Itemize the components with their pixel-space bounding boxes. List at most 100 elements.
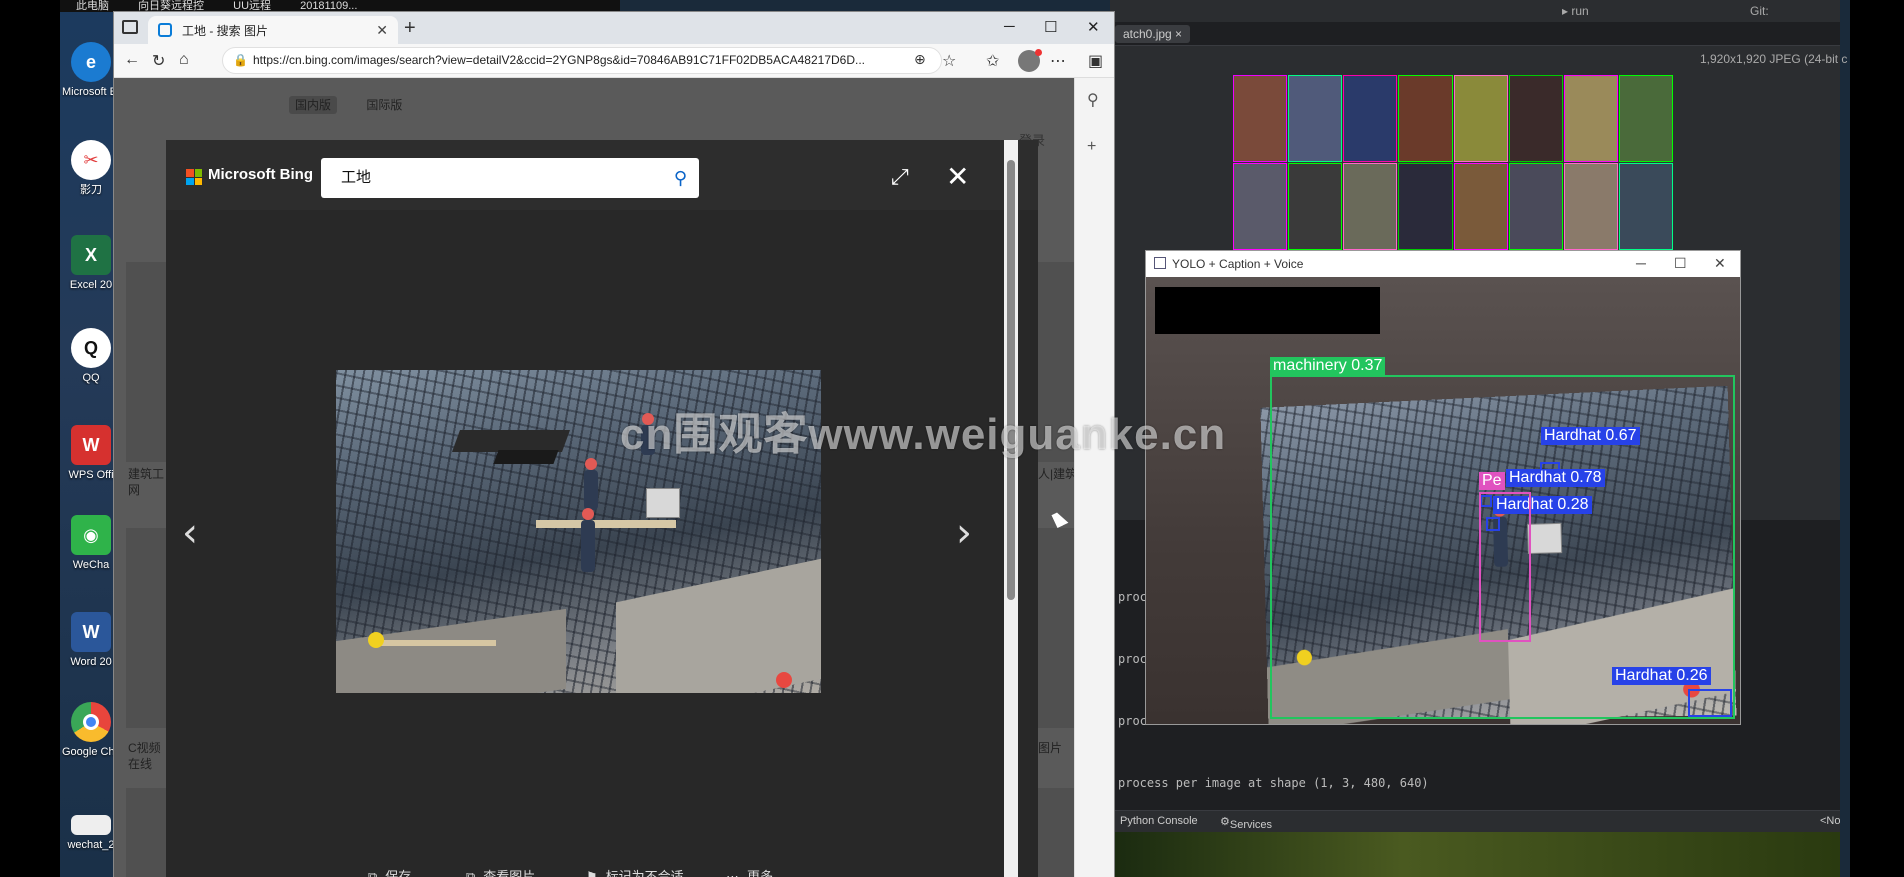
more-menu-icon[interactable]: ⋯ bbox=[1050, 51, 1066, 71]
address-bar[interactable]: 🔒 https://cn.bing.com/images/search?view… bbox=[222, 47, 942, 74]
lock-icon: 🔒 bbox=[233, 53, 248, 67]
tab-actions-icon[interactable] bbox=[122, 20, 138, 34]
tab-domestic[interactable]: 国内版 bbox=[289, 96, 338, 114]
desktop-icon-word[interactable]: W Word 20 bbox=[62, 612, 120, 669]
browser-titlebar: 工地 - 搜索 图片 ✕ + ─ ☐ ✕ bbox=[114, 12, 1114, 44]
refresh-icon[interactable]: ↻ bbox=[152, 51, 165, 71]
result-thumbnail[interactable] bbox=[126, 262, 166, 462]
desktop-icon-wechat[interactable]: ◉ WeCha bbox=[62, 515, 120, 572]
sidebar-toggle-icon[interactable]: ▣ bbox=[1088, 51, 1103, 71]
modal-scrollbar[interactable] bbox=[1004, 140, 1018, 877]
worker-figure bbox=[581, 508, 595, 572]
maximize-icon[interactable]: ☐ bbox=[1044, 18, 1057, 36]
word-icon: W bbox=[71, 612, 111, 652]
bing-images-favicon-icon bbox=[158, 23, 172, 37]
minimize-icon[interactable]: ─ bbox=[1004, 18, 1015, 35]
equipment-box bbox=[646, 488, 680, 518]
modal-header: Microsoft Bing 工地 ⚲ ⤢ ✕ bbox=[166, 140, 1038, 210]
tab-close-icon[interactable]: ✕ bbox=[376, 22, 388, 39]
next-image-arrow-icon[interactable]: › bbox=[956, 510, 972, 556]
worker-figure bbox=[584, 458, 598, 510]
back-icon[interactable]: ← bbox=[124, 51, 140, 69]
desktop-icon-yingdao[interactable]: ✂ 影刀 bbox=[62, 140, 120, 197]
desktop-wallpaper-strip bbox=[1110, 832, 1840, 877]
browser-toolbar: ← ↻ ⌂ 🔒 https://cn.bing.com/images/searc… bbox=[114, 44, 1114, 78]
excel-icon: X bbox=[71, 235, 111, 275]
view-image-button[interactable]: ⧉ 查看图片 bbox=[466, 866, 535, 877]
desktop-icon-wps[interactable]: W WPS Offi bbox=[62, 425, 120, 482]
wechat-icon: ◉ bbox=[71, 515, 111, 555]
yellow-hardhat bbox=[368, 632, 384, 648]
more-button[interactable]: ⋯ 更多 bbox=[726, 866, 773, 877]
chrome-icon bbox=[71, 702, 111, 742]
profile-avatar[interactable] bbox=[1018, 49, 1042, 72]
red-hardhat bbox=[776, 672, 792, 688]
search-query: 工地 bbox=[341, 169, 372, 186]
qq-icon: Q bbox=[71, 328, 111, 368]
ide-tab-batch-image[interactable]: atch0.jpg × bbox=[1115, 25, 1191, 43]
detection-box-person bbox=[1479, 492, 1531, 642]
yolo-inference-window: YOLO + Caption + Voice ─ ☐ ✕ machinery 0… bbox=[1145, 250, 1741, 725]
wps-icon: W bbox=[71, 425, 111, 465]
console-line: proc bbox=[1118, 714, 1147, 728]
services-tab[interactable]: ⚙ Services bbox=[1220, 815, 1272, 831]
home-icon[interactable]: ⌂ bbox=[179, 51, 189, 69]
save-button[interactable]: ⧉ 保存 bbox=[368, 866, 411, 877]
expand-icon[interactable]: ⤢ bbox=[891, 164, 909, 190]
console-line: proc bbox=[1118, 590, 1147, 604]
ide-git-label[interactable]: Git: bbox=[1750, 4, 1769, 18]
modal-action-bar: ⧉ 保存 ⧉ 查看图片 ⚑ 标记为不合适 ⋯ 更多 bbox=[166, 860, 1004, 877]
favorites-icon[interactable]: ✩ bbox=[986, 51, 999, 71]
ide-toolbar: ▸ run Git: bbox=[1110, 0, 1840, 22]
ide-run-config[interactable]: ▸ run bbox=[1562, 4, 1589, 18]
console-line: proc bbox=[1118, 652, 1147, 666]
detection-box-hardhat bbox=[1688, 689, 1732, 717]
favorite-star-icon[interactable]: ☆ bbox=[942, 51, 956, 71]
shortcut-this-pc[interactable]: 此电脑 bbox=[76, 0, 109, 12]
detection-label: Hardhat 0.26 bbox=[1612, 667, 1711, 685]
image-detail-modal: Microsoft Bing 工地 ⚲ ⤢ ✕ ‹ › ⧉ 保存 ⧉ 查看图片 … bbox=[166, 140, 1038, 877]
zoom-icon[interactable]: ⊕ bbox=[914, 51, 926, 68]
minimize-icon[interactable]: ─ bbox=[1636, 255, 1646, 271]
detection-label: machinery 0.37 bbox=[1270, 357, 1386, 375]
browser-tab-active[interactable]: 工地 - 搜索 图片 ✕ bbox=[148, 16, 398, 44]
file-icon bbox=[71, 815, 111, 835]
bing-results-page: 国内版 国际版 登录 建筑工 网 C视频 在线 工人|建筑 版图片 Micros… bbox=[114, 78, 1074, 877]
console-line: process per image at shape (1, 3, 480, 6… bbox=[1118, 776, 1429, 790]
caption-overlay bbox=[1155, 287, 1380, 334]
detection-label: Pe bbox=[1479, 472, 1505, 490]
close-window-icon[interactable]: ✕ bbox=[1087, 18, 1100, 36]
ide-image-meta: 1,920x1,920 JPEG (24-bit c bbox=[1700, 52, 1848, 66]
desktop-icon-qq[interactable]: Q QQ bbox=[62, 328, 120, 385]
bing-brand[interactable]: Microsoft Bing bbox=[208, 166, 313, 183]
search-input[interactable]: 工地 ⚲ bbox=[321, 158, 699, 198]
url-text: https://cn.bing.com/images/search?view=d… bbox=[253, 53, 866, 67]
close-modal-icon[interactable]: ✕ bbox=[946, 160, 969, 193]
save-icon: ⧉ bbox=[368, 869, 378, 877]
result-thumbnail[interactable] bbox=[126, 788, 166, 877]
previous-image-arrow-icon[interactable]: ‹ bbox=[182, 510, 198, 556]
desktop-icon-wechat-file[interactable]: wechat_2 bbox=[62, 815, 120, 852]
maximize-icon[interactable]: ☐ bbox=[1674, 255, 1687, 272]
python-console-tab[interactable]: Python Console bbox=[1120, 815, 1198, 827]
status-right-text: <No bbox=[1820, 815, 1841, 827]
detection-label: Hardhat 0.78 bbox=[1506, 469, 1605, 487]
sidebar-add-icon[interactable]: + bbox=[1087, 138, 1096, 156]
result-caption: C视频 在线 bbox=[128, 741, 161, 771]
result-thumbnail[interactable] bbox=[126, 528, 166, 728]
edge-icon: e bbox=[71, 42, 111, 82]
new-tab-icon[interactable]: + bbox=[404, 17, 416, 40]
camera-frame: machinery 0.37 Hardhat 0.67 Hardhat 0.78… bbox=[1146, 277, 1740, 724]
sidebar-search-icon[interactable]: ⚲ bbox=[1087, 90, 1099, 110]
tab-international[interactable]: 国际版 bbox=[360, 96, 408, 114]
desktop-icon-chrome[interactable]: Google Chrome bbox=[62, 702, 120, 759]
ide-editor-tabs: atch0.jpg × bbox=[1110, 22, 1840, 46]
tab-title: 工地 - 搜索 图片 bbox=[182, 23, 268, 38]
window-app-icon bbox=[1154, 257, 1166, 269]
desktop-icon-edge[interactable]: e Microsoft Edge bbox=[62, 42, 120, 99]
desktop-icon-excel[interactable]: X Excel 20 bbox=[62, 235, 120, 292]
search-icon[interactable]: ⚲ bbox=[674, 158, 687, 198]
report-button[interactable]: ⚑ 标记为不合适 bbox=[586, 866, 684, 877]
browser-side-panel: ⚲ + bbox=[1074, 78, 1114, 877]
close-window-icon[interactable]: ✕ bbox=[1714, 255, 1726, 272]
